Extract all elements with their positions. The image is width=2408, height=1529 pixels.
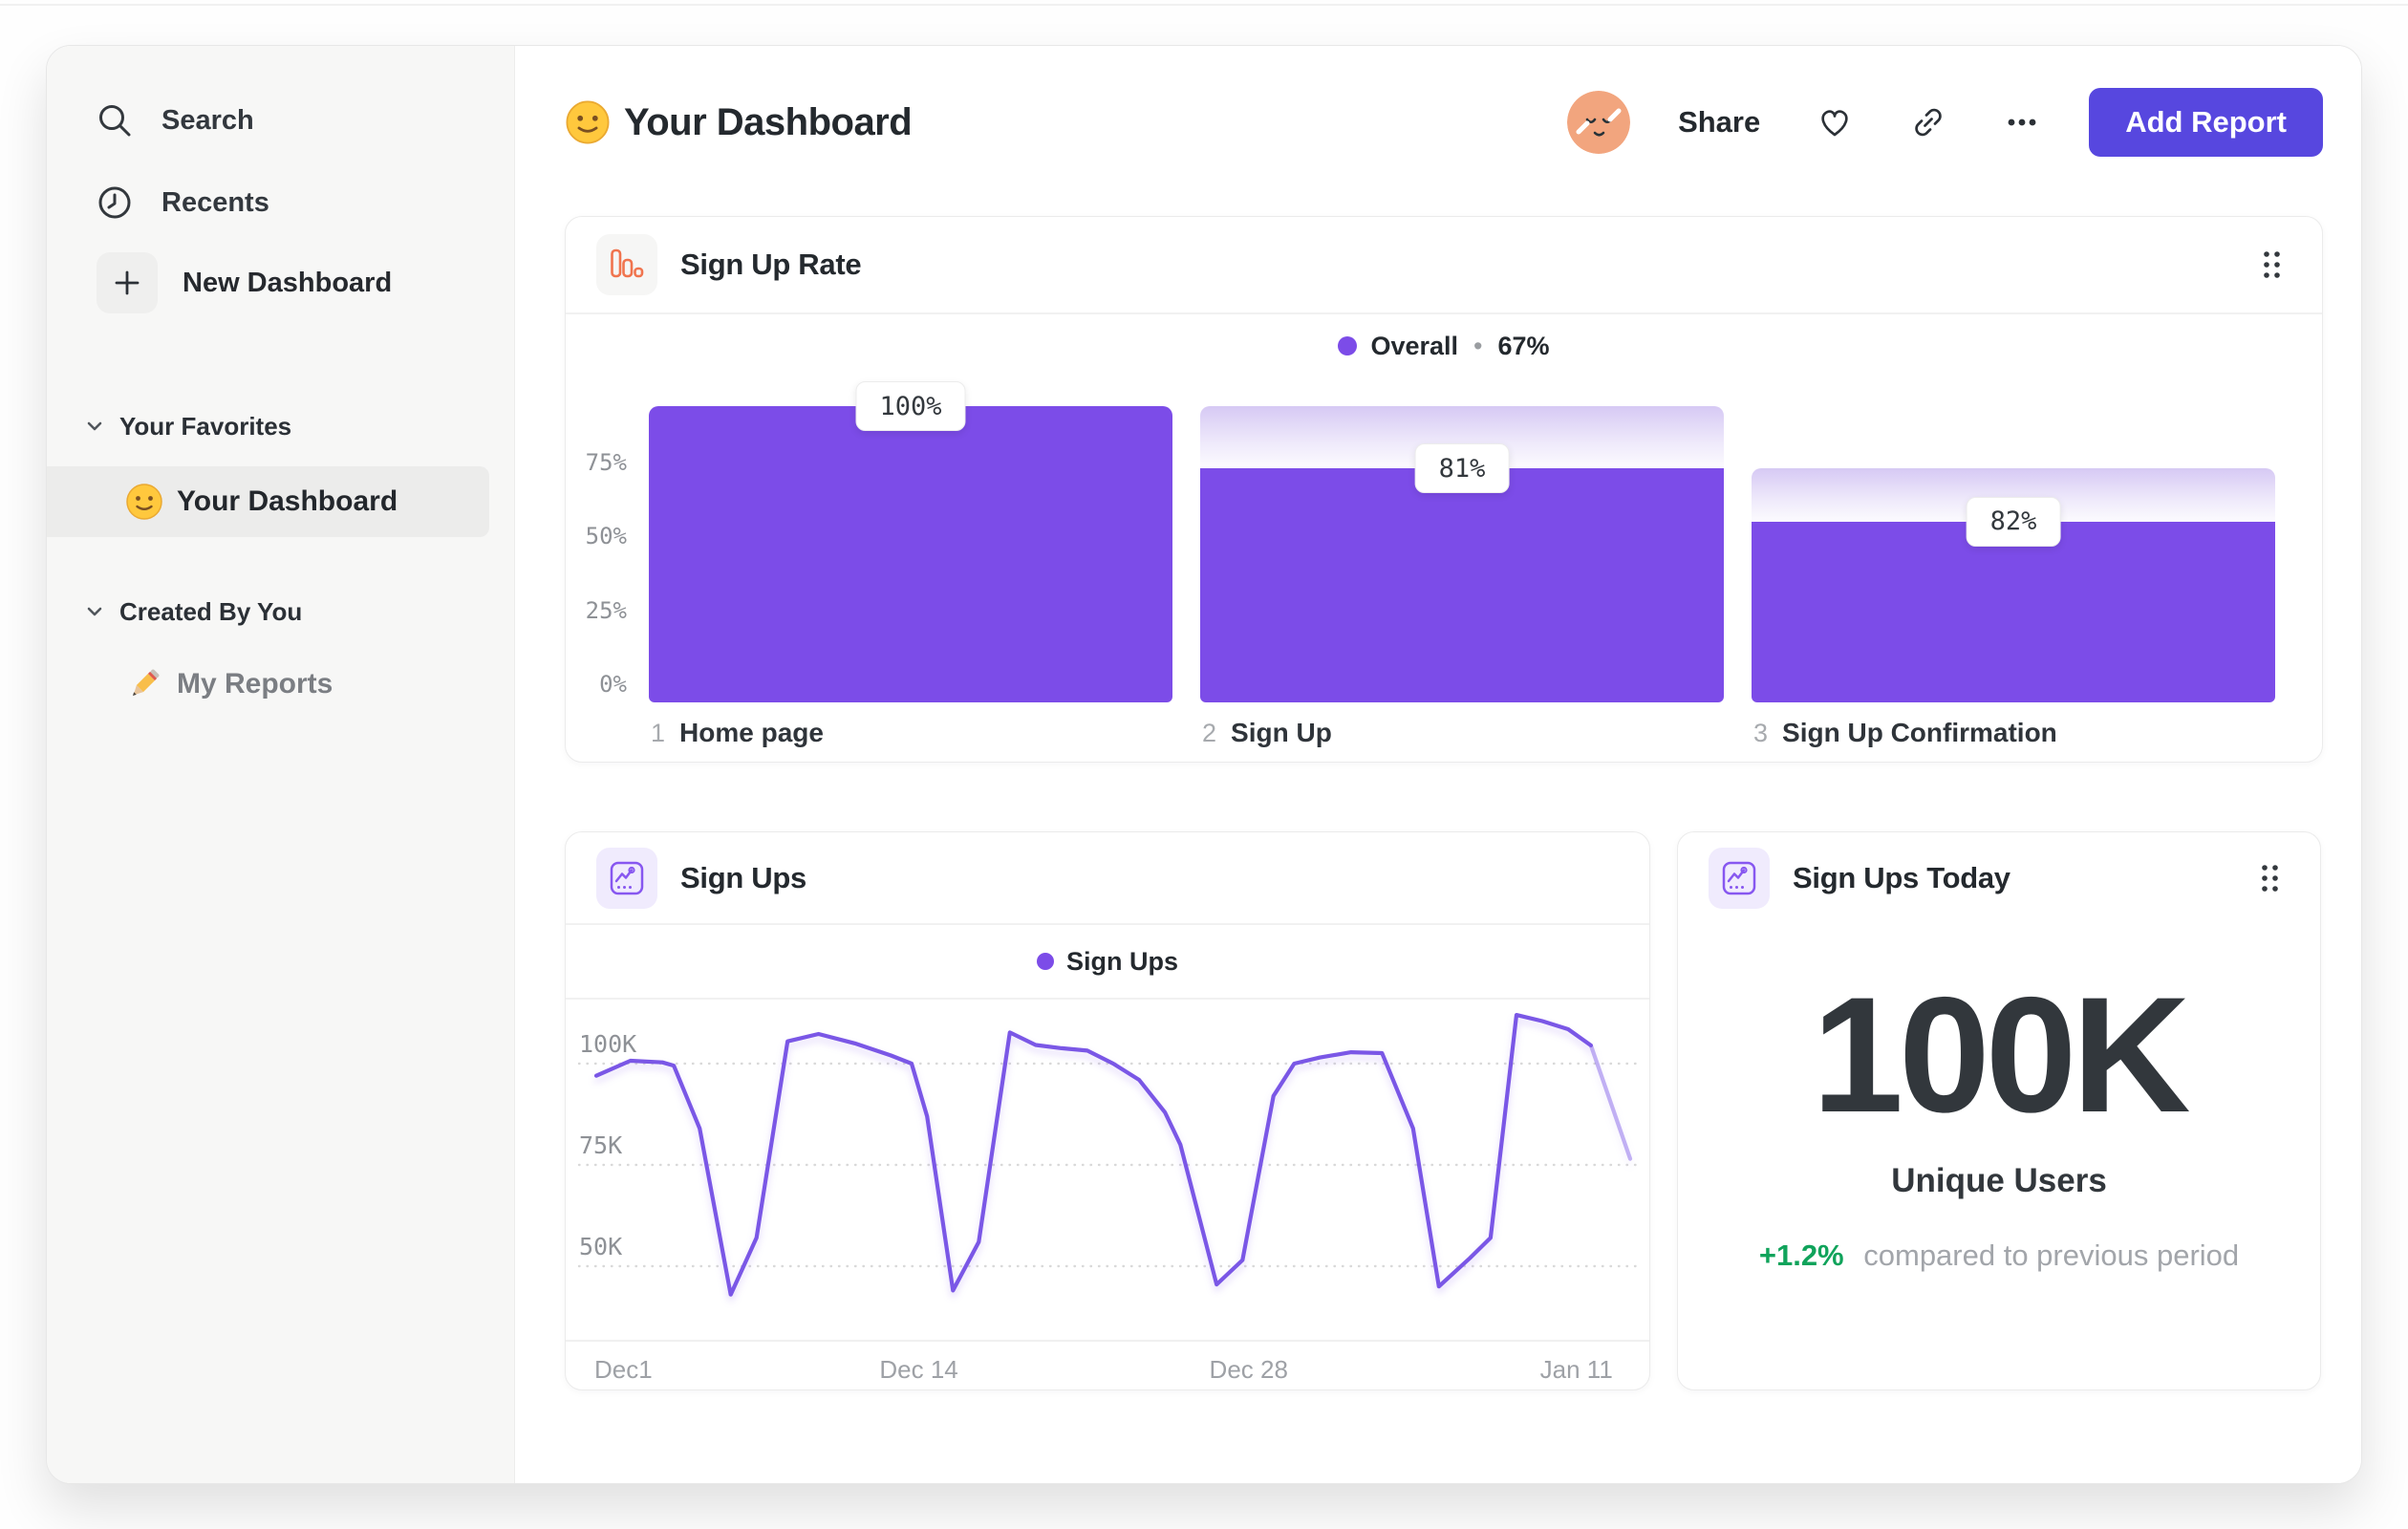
sidebar-item-your-dashboard[interactable]: Your Dashboard bbox=[47, 466, 489, 537]
app-window: Search Recents New Dashboard Your Favori… bbox=[46, 45, 2362, 1484]
funnel-value-chip: 100% bbox=[855, 381, 966, 431]
chevron-down-icon bbox=[87, 421, 102, 431]
stat-delta-row: +1.2% compared to previous period bbox=[1678, 1238, 2320, 1273]
sign-up-rate-card: Sign Up Rate Overall • 67% 100% 1 Home pag… bbox=[565, 216, 2323, 763]
sidebar-item-label: New Dashboard bbox=[183, 267, 393, 298]
legend-separator: • bbox=[1473, 331, 1483, 360]
card-title: Sign Ups Today bbox=[1793, 860, 2010, 894]
funnel-step-label: 3 Sign Up Confirmation bbox=[1753, 718, 2057, 747]
line-chart-icon bbox=[596, 847, 657, 909]
line-x-tick: Dec1 bbox=[594, 1355, 653, 1384]
stat-delta: +1.2% bbox=[1758, 1238, 1844, 1272]
sidebar-item-label: Recents bbox=[161, 186, 269, 218]
legend-value: 67% bbox=[1497, 331, 1550, 360]
funnel-value-chip: 82% bbox=[1966, 496, 2061, 547]
sidebar-item-search[interactable]: Search bbox=[47, 92, 514, 149]
sidebar-item-my-reports[interactable]: My Reports bbox=[47, 654, 514, 715]
line-legend: Sign Ups bbox=[566, 925, 1649, 998]
add-report-button[interactable]: Add Report bbox=[2089, 88, 2323, 157]
sign-ups-today-card: Sign Ups Today 100K Unique Users +1.2% c… bbox=[1677, 831, 2321, 1390]
sign-ups-card: Sign Ups Sign Ups 100K 75K 50K Dec1 Dec 14 D… bbox=[565, 831, 1650, 1390]
sign-up-rate-card-header: Sign Up Rate bbox=[566, 217, 2322, 312]
sign-ups-today-card-header: Sign Ups Today bbox=[1678, 832, 2320, 923]
pencil-emoji bbox=[132, 669, 160, 697]
search-icon bbox=[99, 105, 131, 137]
sidebar-item-recents[interactable]: Recents bbox=[47, 174, 514, 231]
sign-ups-line-svg bbox=[577, 1013, 1638, 1297]
line-chart-icon bbox=[1709, 847, 1770, 909]
line-chart-x-axis: Dec1 Dec 14 Dec 28 Jan 11 bbox=[566, 1340, 1649, 1391]
sidebar-item-label: My Reports bbox=[177, 668, 333, 700]
sidebar-item-label: Search bbox=[161, 104, 254, 136]
sign-ups-card-header: Sign Ups bbox=[566, 832, 1649, 923]
section-label: Your Favorites bbox=[119, 411, 292, 441]
funnel-y-tick: 0% bbox=[599, 671, 627, 698]
drag-handle-icon[interactable] bbox=[2263, 248, 2291, 282]
clock-icon bbox=[98, 186, 131, 219]
share-button[interactable]: Share bbox=[1678, 105, 1760, 140]
legend-label: Overall bbox=[1370, 331, 1459, 360]
main-content: Your Dashboard Share Add Report Sign Up … bbox=[515, 46, 2361, 1483]
line-x-tick: Dec 14 bbox=[879, 1355, 958, 1384]
funnel-legend: Overall • 67% bbox=[566, 314, 2322, 377]
legend-dot bbox=[1338, 336, 1358, 355]
stat-delta-note: compared to previous period bbox=[1863, 1238, 2240, 1272]
stat-value: 100K bbox=[1812, 963, 2190, 1147]
legend-label: Sign Ups bbox=[1065, 946, 1178, 976]
funnel-bar-2[interactable]: 81% 2 Sign Up bbox=[1200, 377, 1724, 747]
funnel-y-tick: 25% bbox=[585, 596, 627, 624]
drag-handle-icon[interactable] bbox=[2261, 861, 2290, 895]
funnel-bar-3[interactable]: 82% 3 Sign Up Confirmation bbox=[1752, 377, 2275, 747]
dashboard-header: Your Dashboard Share Add Report bbox=[565, 88, 2323, 157]
section-label: Created By You bbox=[119, 596, 303, 626]
line-x-tick: Jan 11 bbox=[1539, 1355, 1613, 1384]
line-x-tick: Dec 28 bbox=[1209, 1355, 1288, 1384]
sidebar: Search Recents New Dashboard Your Favori… bbox=[47, 46, 515, 1483]
heart-icon[interactable] bbox=[1816, 103, 1854, 141]
bottom-row: Sign Ups Sign Ups 100K 75K 50K Dec1 Dec 14 D… bbox=[565, 831, 2323, 1390]
avatar[interactable] bbox=[1567, 91, 1631, 154]
sidebar-section-your-favorites[interactable]: Your Favorites bbox=[47, 411, 514, 441]
sidebar-item-new-dashboard[interactable]: New Dashboard bbox=[47, 252, 514, 313]
ellipsis-icon[interactable] bbox=[2003, 103, 2041, 141]
slightly-smiling-face-emoji bbox=[566, 100, 610, 144]
header-actions: Share Add Report bbox=[1567, 88, 2323, 157]
funnel-bars: 100% 1 Home page 81% 2 Sign Up 82% 3 Sign Up Con… bbox=[649, 377, 2275, 747]
legend-dot bbox=[1036, 953, 1054, 970]
bar-chart-icon bbox=[596, 234, 657, 295]
link-icon[interactable] bbox=[1909, 103, 1947, 141]
funnel-bar-1[interactable]: 100% 1 Home page bbox=[649, 377, 1172, 747]
funnel-step-label: 2 Sign Up bbox=[1202, 718, 1332, 747]
funnel-y-tick: 50% bbox=[585, 523, 627, 549]
sidebar-item-label: Your Dashboard bbox=[177, 485, 398, 517]
smiley-emoji bbox=[126, 484, 162, 520]
funnel-y-tick: 75% bbox=[585, 448, 627, 476]
funnel-value-chip: 81% bbox=[1414, 443, 1510, 494]
stat-label: Unique Users bbox=[1891, 1162, 2107, 1199]
page-title: Your Dashboard bbox=[624, 100, 913, 143]
card-title: Sign Up Rate bbox=[680, 248, 862, 281]
line-chart-plot: 100K 75K 50K bbox=[566, 1000, 1649, 1340]
plus-icon bbox=[97, 252, 158, 313]
chevron-down-icon bbox=[87, 607, 102, 616]
funnel-chart-body: 100% 1 Home page 81% 2 Sign Up 82% 3 Sign Up Con… bbox=[566, 377, 2322, 762]
funnel-step-label: 1 Home page bbox=[651, 718, 824, 747]
sidebar-section-created-by-you[interactable]: Created By You bbox=[47, 596, 514, 626]
page-top-edge bbox=[0, 4, 2408, 6]
card-title: Sign Ups bbox=[680, 860, 806, 894]
